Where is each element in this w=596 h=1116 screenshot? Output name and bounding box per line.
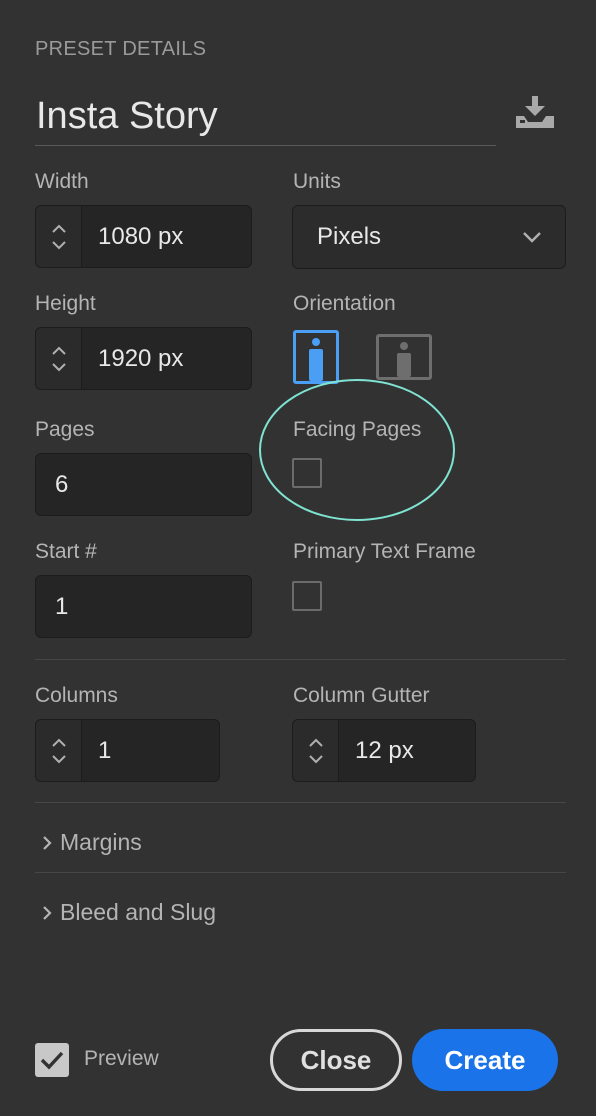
create-button[interactable]: Create <box>412 1029 558 1091</box>
margins-label: Margins <box>60 829 142 855</box>
divider <box>35 802 566 803</box>
close-button[interactable]: Close <box>270 1029 402 1091</box>
primary-text-frame-checkbox[interactable] <box>292 581 322 611</box>
chevron-down-icon[interactable] <box>50 361 68 373</box>
chevron-right-icon <box>43 835 52 850</box>
divider <box>35 872 566 873</box>
width-input[interactable]: 1080 px <box>81 205 252 268</box>
columns-label: Columns <box>35 684 118 707</box>
width-label: Width <box>35 170 89 193</box>
column-gutter-label: Column Gutter <box>293 684 430 707</box>
column-gutter-input[interactable]: 12 px <box>338 719 476 782</box>
chevron-down-icon[interactable] <box>50 753 68 765</box>
preview-checkbox[interactable] <box>35 1043 69 1077</box>
chevron-up-icon[interactable] <box>50 345 68 357</box>
margins-expander[interactable]: Margins <box>40 829 142 856</box>
landscape-icon <box>397 342 411 377</box>
height-label: Height <box>35 292 96 315</box>
preview-label: Preview <box>84 1047 159 1070</box>
chevron-down-icon <box>523 232 541 243</box>
bleed-slug-expander[interactable]: Bleed and Slug <box>40 899 216 926</box>
chevron-down-icon[interactable] <box>50 239 68 251</box>
portrait-icon <box>309 338 323 381</box>
annotation-circle <box>259 379 455 521</box>
chevron-down-icon[interactable] <box>307 753 325 765</box>
height-field: 1920 px <box>35 327 252 390</box>
units-select[interactable]: Pixels <box>292 205 566 269</box>
start-page-label: Start # <box>35 540 97 563</box>
column-gutter-field: 12 px <box>292 719 476 782</box>
chevron-up-icon[interactable] <box>307 737 325 749</box>
preset-name-field[interactable]: Insta Story <box>36 92 456 140</box>
height-input[interactable]: 1920 px <box>81 327 252 390</box>
height-stepper[interactable] <box>35 327 81 390</box>
section-title: PRESET DETAILS <box>35 38 207 60</box>
orientation-label: Orientation <box>293 292 396 315</box>
pages-input[interactable]: 6 <box>35 453 252 516</box>
start-page-input[interactable]: 1 <box>35 575 252 638</box>
pages-label: Pages <box>35 418 95 441</box>
save-preset-icon[interactable] <box>510 92 562 132</box>
columns-stepper[interactable] <box>35 719 81 782</box>
units-value: Pixels <box>317 223 382 250</box>
chevron-up-icon[interactable] <box>50 223 68 235</box>
chevron-up-icon[interactable] <box>50 737 68 749</box>
columns-input[interactable]: 1 <box>81 719 220 782</box>
landscape-orientation-button[interactable] <box>376 334 432 380</box>
divider <box>35 659 566 660</box>
preset-name-underline <box>35 145 496 146</box>
checkmark-icon <box>40 1051 64 1070</box>
width-stepper[interactable] <box>35 205 81 268</box>
columns-field: 1 <box>35 719 220 782</box>
primary-text-frame-label: Primary Text Frame <box>293 540 476 563</box>
width-field: 1080 px <box>35 205 252 268</box>
chevron-right-icon <box>43 905 52 920</box>
bleed-slug-label: Bleed and Slug <box>60 899 217 925</box>
units-label: Units <box>293 170 341 193</box>
gutter-stepper[interactable] <box>292 719 338 782</box>
